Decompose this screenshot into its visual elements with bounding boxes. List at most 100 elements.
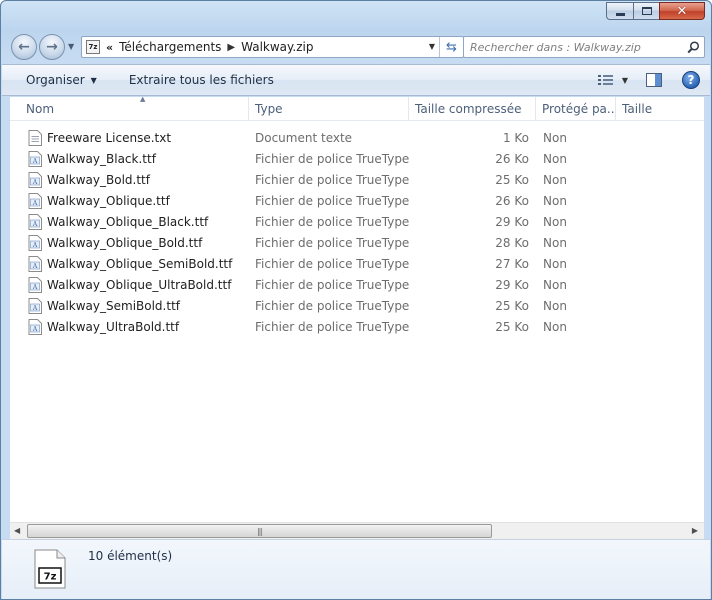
file-protected: Non [543, 173, 567, 187]
column-header-protected[interactable]: Protégé pa... [536, 97, 616, 121]
file-type: Fichier de police TrueType [255, 173, 410, 187]
file-row[interactable]: A Walkway_Black.ttf Fichier de police True… [10, 149, 704, 170]
address-bar[interactable]: 7z « Téléchargements ▶ Walkway.zip ▼ ⇆ [81, 36, 464, 58]
file-protected: Non [543, 320, 567, 334]
archive-icon-label: 7z [44, 572, 57, 583]
file-type: Fichier de police TrueType [255, 299, 410, 313]
file-compressed-size: 26 Ko [495, 152, 529, 166]
file-row[interactable]: A Walkway_Oblique.ttf Fichier de police Tr… [10, 191, 704, 212]
file-name: Walkway_Oblique_Bold.ttf [47, 236, 203, 250]
archive-file-icon: 7z [34, 549, 66, 589]
scroll-left-icon[interactable]: ◀ [14, 526, 20, 535]
breadcrumb-telechargements[interactable]: Téléchargements [119, 40, 221, 54]
file-protected: Non [543, 215, 567, 229]
file-compressed-size: 1 Ko [502, 131, 529, 145]
file-compressed-size: 25 Ko [495, 173, 529, 187]
sort-ascending-icon: ▲ [140, 97, 146, 103]
font-file-icon: A [28, 193, 42, 209]
svg-text:A: A [32, 305, 38, 312]
arrow-right-icon: → [46, 39, 58, 55]
file-compressed-size: 27 Ko [495, 257, 529, 271]
scroll-right-icon[interactable]: ▶ [692, 526, 698, 535]
file-rows: Freeware License.txt Document texte 1 Ko No… [10, 128, 704, 338]
minimize-icon [615, 12, 625, 16]
column-header-type[interactable]: Type [249, 97, 409, 121]
details-pane: 7z 10 élément(s) [2, 539, 710, 599]
close-icon: ✕ [676, 3, 688, 19]
grip-icon: ||| [256, 526, 263, 536]
extract-all-label: Extraire tous les fichiers [128, 73, 274, 87]
file-name: Walkway_UltraBold.ttf [47, 320, 180, 334]
svg-text:A: A [32, 158, 38, 165]
file-name: Walkway_Oblique_UltraBold.ttf [47, 278, 232, 292]
close-button[interactable]: ✕ [659, 2, 705, 20]
file-row[interactable]: A Walkway_Oblique_UltraBold.ttf Fichier de… [10, 275, 704, 296]
file-row[interactable]: A Walkway_UltraBold.ttf Fichier de police … [10, 317, 704, 338]
file-compressed-size: 25 Ko [495, 299, 529, 313]
search-box [463, 36, 705, 58]
file-name: Walkway_SemiBold.ttf [47, 299, 181, 313]
svg-text:A: A [32, 200, 38, 207]
forward-button[interactable]: → [39, 34, 65, 60]
file-name: Walkway_Black.ttf [47, 152, 156, 166]
maximize-button[interactable] [633, 2, 659, 20]
view-options-button[interactable] [592, 69, 620, 91]
file-name: Walkway_Oblique_SemiBold.ttf [47, 257, 233, 271]
recent-pages-dropdown[interactable]: ▼ [68, 42, 74, 51]
column-header-size-label: Taille [622, 102, 653, 116]
text-file-icon [28, 130, 42, 146]
svg-text:A: A [32, 242, 38, 249]
file-row[interactable]: A Walkway_Oblique_SemiBold.ttf Fichier de … [10, 254, 704, 275]
back-button[interactable]: ← [11, 34, 37, 60]
file-protected: Non [543, 299, 567, 313]
font-file-icon: A [28, 277, 42, 293]
file-name: Walkway_Oblique_Black.ttf [47, 215, 209, 229]
column-header-compressed-size[interactable]: Taille compressée [409, 97, 536, 121]
horizontal-scrollbar[interactable]: ◀ ||| ▶ [10, 522, 704, 539]
file-row[interactable]: Freeware License.txt Document texte 1 Ko No… [10, 128, 704, 149]
search-input[interactable] [470, 40, 682, 54]
details-view-icon [597, 75, 613, 85]
minimize-button[interactable] [606, 2, 633, 20]
maximize-icon [641, 7, 652, 15]
file-row[interactable]: A Walkway_Oblique_Black.ttf Fichier de pol… [10, 212, 704, 233]
svg-text:A: A [32, 221, 38, 228]
scrollbar-thumb[interactable]: ||| [27, 524, 492, 538]
column-header-size[interactable]: Taille [616, 97, 704, 121]
file-row[interactable]: A Walkway_SemiBold.ttf Fichier de police T… [10, 296, 704, 317]
svg-text:A: A [32, 263, 38, 270]
file-type: Fichier de police TrueType [255, 194, 410, 208]
refresh-button[interactable]: ⇆ [439, 37, 463, 57]
svg-text:A: A [32, 179, 38, 186]
font-file-icon: A [28, 319, 42, 335]
column-header-name[interactable]: Nom ▲ [20, 97, 249, 121]
search-icon[interactable] [682, 37, 704, 57]
help-button[interactable]: ? [682, 71, 700, 89]
column-header-compressed-size-label: Taille compressée [415, 102, 522, 116]
column-header-type-label: Type [255, 102, 283, 116]
file-compressed-size: 29 Ko [495, 215, 529, 229]
font-file-icon: A [28, 172, 42, 188]
file-name: Walkway_Bold.ttf [47, 173, 150, 187]
breadcrumb-walkway-zip[interactable]: Walkway.zip [241, 40, 313, 54]
file-row[interactable]: A Walkway_Bold.ttf Fichier de police TrueT… [10, 170, 704, 191]
address-dropdown-button[interactable]: ▼ [429, 42, 435, 51]
font-file-icon: A [28, 298, 42, 314]
svg-text:A: A [32, 284, 38, 291]
font-file-icon: A [28, 151, 42, 167]
organize-button[interactable]: Organiser ▼ [18, 68, 105, 92]
view-options-dropdown[interactable]: ▼ [622, 76, 628, 85]
explorer-window: ✕ ← → ▼ 7z « Téléchargements ▶ Walkway.z… [0, 0, 712, 600]
breadcrumb-separator-icon[interactable]: ▶ [227, 42, 235, 53]
file-protected: Non [543, 257, 567, 271]
breadcrumb-overflow-button[interactable]: « [106, 41, 113, 54]
command-bar: Organiser ▼ Extraire tous les fichiers ▼ [2, 64, 710, 96]
file-type: Fichier de police TrueType [255, 257, 410, 271]
font-file-icon: A [28, 235, 42, 251]
extract-all-button[interactable]: Extraire tous les fichiers [121, 68, 282, 92]
preview-pane-icon [646, 73, 662, 87]
file-row[interactable]: A Walkway_Oblique_Bold.ttf Fichier de poli… [10, 233, 704, 254]
preview-pane-button[interactable] [640, 69, 668, 91]
column-header-name-label: Nom [26, 102, 55, 116]
file-type: Fichier de police TrueType [255, 152, 410, 166]
